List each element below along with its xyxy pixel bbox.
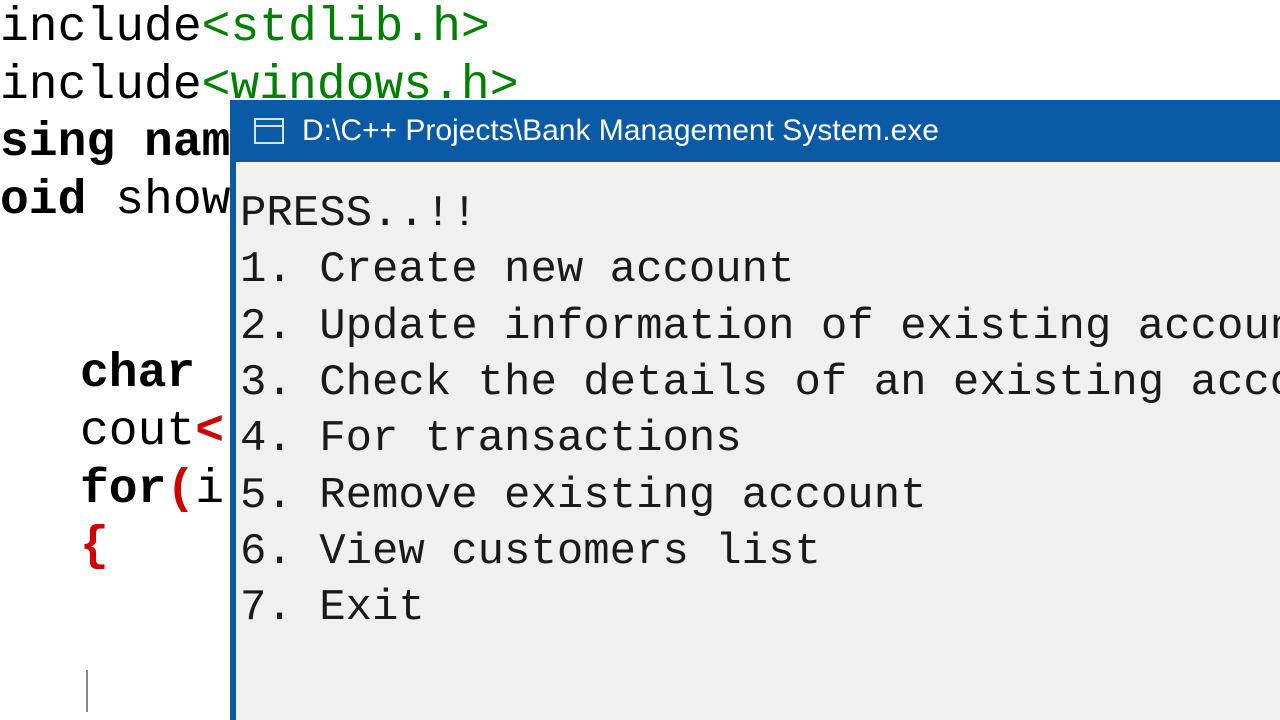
code-text: nam (115, 116, 230, 170)
code-text: i (195, 463, 224, 517)
code-line: include<stdlib.h> (0, 0, 1280, 58)
code-text: include (0, 1, 202, 55)
console-window[interactable]: D:\C++ Projects\Bank Management System.e… (230, 100, 1280, 720)
code-operator: < (195, 405, 224, 459)
menu-item: 1. Create new account (240, 242, 1280, 298)
menu-item: 5. Remove existing account (240, 468, 1280, 524)
console-header: PRESS..!! (240, 186, 1280, 242)
code-text: cout (80, 405, 195, 459)
code-text: include (0, 59, 202, 113)
code-keyword: for (80, 463, 166, 517)
console-output[interactable]: PRESS..!! 1. Create new account 2. Updat… (236, 162, 1280, 641)
menu-item: 2. Update information of existing accoun… (240, 299, 1280, 355)
menu-item: 3. Check the details of an existing acco… (240, 355, 1280, 411)
code-keyword: sing (0, 116, 115, 170)
code-brace: { (80, 520, 109, 574)
menu-item: 4. For transactions (240, 411, 1280, 467)
menu-item: 6. View customers list (240, 524, 1280, 580)
window-titlebar[interactable]: D:\C++ Projects\Bank Management System.e… (236, 100, 1280, 162)
code-keyword: char (80, 347, 195, 401)
app-icon (254, 118, 284, 144)
code-paren: ( (166, 463, 195, 517)
code-keyword: oid (0, 174, 86, 228)
code-text: show (86, 174, 230, 228)
text-cursor (86, 670, 88, 712)
code-header: <stdlib.h> (202, 1, 490, 55)
menu-item: 7. Exit (240, 580, 1280, 636)
window-title: D:\C++ Projects\Bank Management System.e… (302, 114, 939, 148)
